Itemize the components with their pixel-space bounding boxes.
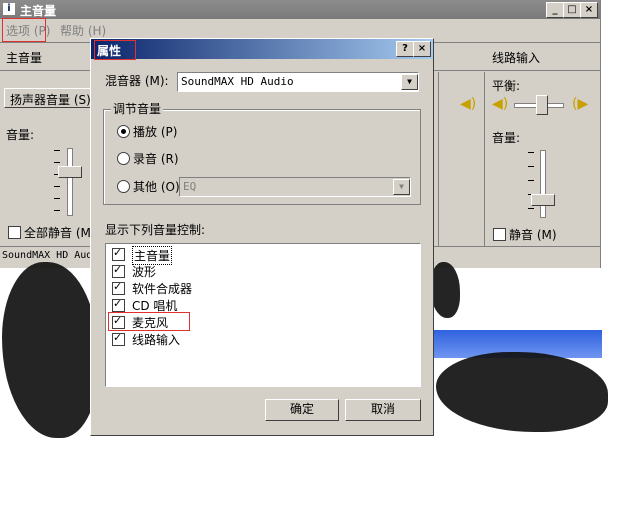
- list-item-label: 波形: [132, 265, 157, 279]
- redaction-scribble: [430, 262, 460, 318]
- slider-tick: [54, 210, 60, 211]
- list-item-label: 线路输入: [132, 333, 181, 347]
- redaction-scribble: [2, 262, 98, 438]
- radio-other-label: 其他 (O): [133, 180, 180, 194]
- slider-tick: [54, 198, 60, 199]
- volume-label: 音量:: [6, 128, 35, 142]
- balance-thumb[interactable]: [536, 95, 548, 115]
- mute-all-label: 全部静音 (M): [24, 226, 96, 240]
- list-item[interactable]: 线路输入: [112, 331, 412, 347]
- header-divider: [0, 70, 90, 71]
- radio-record[interactable]: [117, 152, 130, 165]
- slider-tick: [528, 166, 534, 167]
- column-divider: [484, 72, 485, 246]
- header-divider-right: [432, 70, 600, 71]
- speaker-right-icon: (▶: [572, 96, 589, 112]
- other-select[interactable]: EQ ▼: [179, 177, 411, 197]
- balance-label: 平衡:: [492, 79, 521, 93]
- checkbox-master-volume[interactable]: [112, 246, 125, 261]
- status-text: SoundMAX HD Audio: [2, 250, 105, 261]
- dialog-title-bar[interactable]: 属性 ? ×: [91, 39, 433, 59]
- options-highlight-box: [2, 18, 46, 42]
- radio-playback[interactable]: [117, 125, 130, 138]
- speaker-left-icon: ◀): [492, 96, 509, 112]
- ok-button[interactable]: 确定: [265, 399, 339, 421]
- list-item-label: 软件合成器: [132, 282, 193, 296]
- master-volume-track[interactable]: [67, 148, 73, 216]
- adjust-volume-label: 调节音量: [111, 100, 164, 117]
- title-highlight-box: [94, 40, 136, 60]
- show-controls-label: 显示下列音量控制:: [105, 223, 206, 237]
- speaker-icon: ◀): [460, 96, 477, 112]
- main-title-bar[interactable]: i 主音量 _ □ ×: [0, 0, 600, 19]
- mixer-value: SoundMAX HD Audio: [181, 75, 294, 88]
- dialog-close-icon[interactable]: ×: [413, 41, 431, 57]
- other-value: EQ: [183, 180, 197, 193]
- list-item[interactable]: 软件合成器: [112, 280, 412, 296]
- maximize-icon[interactable]: □: [563, 2, 581, 18]
- chevron-down-icon[interactable]: ▼: [393, 179, 410, 195]
- minimize-icon[interactable]: _: [546, 2, 564, 18]
- checkbox-wave[interactable]: [112, 263, 125, 278]
- mute-all-checkbox[interactable]: [8, 226, 21, 239]
- radio-record-label: 录音 (R): [133, 152, 179, 166]
- slider-tick: [54, 150, 60, 151]
- app-icon: i: [3, 3, 15, 15]
- cancel-button[interactable]: 取消: [345, 399, 421, 421]
- line-in-title: 线路输入: [492, 51, 541, 65]
- list-item[interactable]: 主音量: [112, 246, 412, 265]
- speaker-volume-button[interactable]: 扬声器音量 (S): [4, 88, 92, 108]
- checkbox-line-in[interactable]: [112, 331, 125, 346]
- list-item[interactable]: 波形: [112, 263, 412, 279]
- close-icon[interactable]: ×: [580, 2, 598, 18]
- master-volume-thumb[interactable]: [58, 166, 82, 178]
- line-in-volume-track[interactable]: [540, 150, 546, 218]
- mixer-select[interactable]: SoundMAX HD Audio ▼: [177, 72, 419, 92]
- slider-tick: [528, 208, 534, 209]
- speaker-volume-label: 扬声器音量 (S): [10, 93, 91, 107]
- slider-tick: [54, 162, 60, 163]
- line-in-volume-label: 音量:: [492, 131, 521, 145]
- properties-dialog: 属性 ? × 混音器 (M): SoundMAX HD Audio ▼ 调节音量…: [90, 38, 434, 436]
- radio-playback-label: 播放 (P): [133, 125, 178, 139]
- slider-tick: [528, 180, 534, 181]
- list-item[interactable]: CD 唱机: [112, 297, 412, 313]
- slider-tick: [54, 186, 60, 187]
- help-icon[interactable]: ?: [396, 41, 414, 57]
- microphone-highlight-box: [108, 312, 190, 331]
- line-in-mute-checkbox[interactable]: [493, 228, 506, 241]
- chevron-down-icon[interactable]: ▼: [401, 74, 418, 90]
- column-divider: [438, 72, 439, 246]
- radio-other[interactable]: [117, 180, 130, 193]
- checkbox-software-synth[interactable]: [112, 280, 125, 295]
- line-in-volume-thumb[interactable]: [531, 194, 555, 206]
- main-title: 主音量: [20, 4, 57, 18]
- master-volume-label: 主音量: [6, 51, 43, 65]
- slider-tick: [528, 152, 534, 153]
- line-in-mute-label: 静音 (M): [509, 228, 557, 242]
- redaction-scribble: [436, 352, 608, 432]
- checkbox-cd-player[interactable]: [112, 297, 125, 312]
- menu-help[interactable]: 帮助 (H): [60, 22, 106, 39]
- mixer-label: 混音器 (M):: [105, 74, 169, 88]
